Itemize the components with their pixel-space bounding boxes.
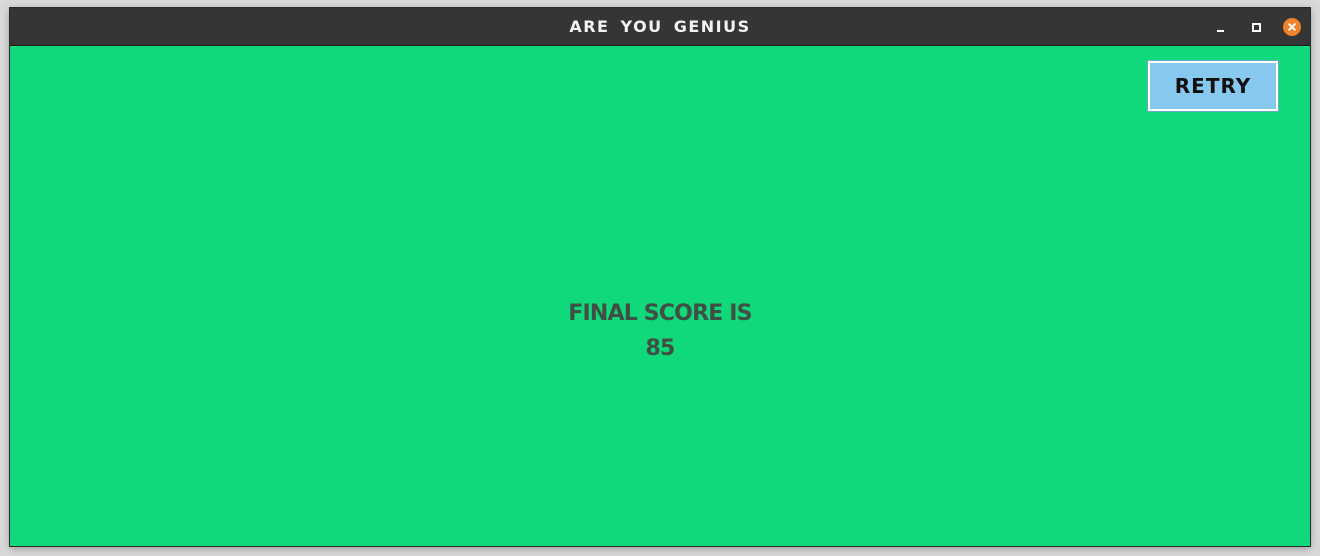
window-title: ARE YOU GENIUS (569, 17, 751, 36)
minimize-icon (1216, 29, 1224, 32)
app-window: ARE YOU GENIUS RETRY FINAL SCORE IS 85 (10, 8, 1310, 546)
title-bar[interactable]: ARE YOU GENIUS (10, 8, 1310, 46)
retry-button[interactable]: RETRY (1147, 60, 1279, 112)
score-label: FINAL SCORE IS (568, 301, 752, 326)
window-controls (1210, 8, 1302, 46)
minimize-button[interactable] (1210, 17, 1230, 37)
close-icon (1283, 18, 1301, 36)
score-value: 85 (645, 336, 675, 361)
game-area: RETRY FINAL SCORE IS 85 (10, 46, 1310, 546)
final-score: FINAL SCORE IS 85 (10, 296, 1310, 366)
close-button[interactable] (1282, 17, 1302, 37)
maximize-icon (1251, 22, 1261, 32)
maximize-button[interactable] (1246, 17, 1266, 37)
